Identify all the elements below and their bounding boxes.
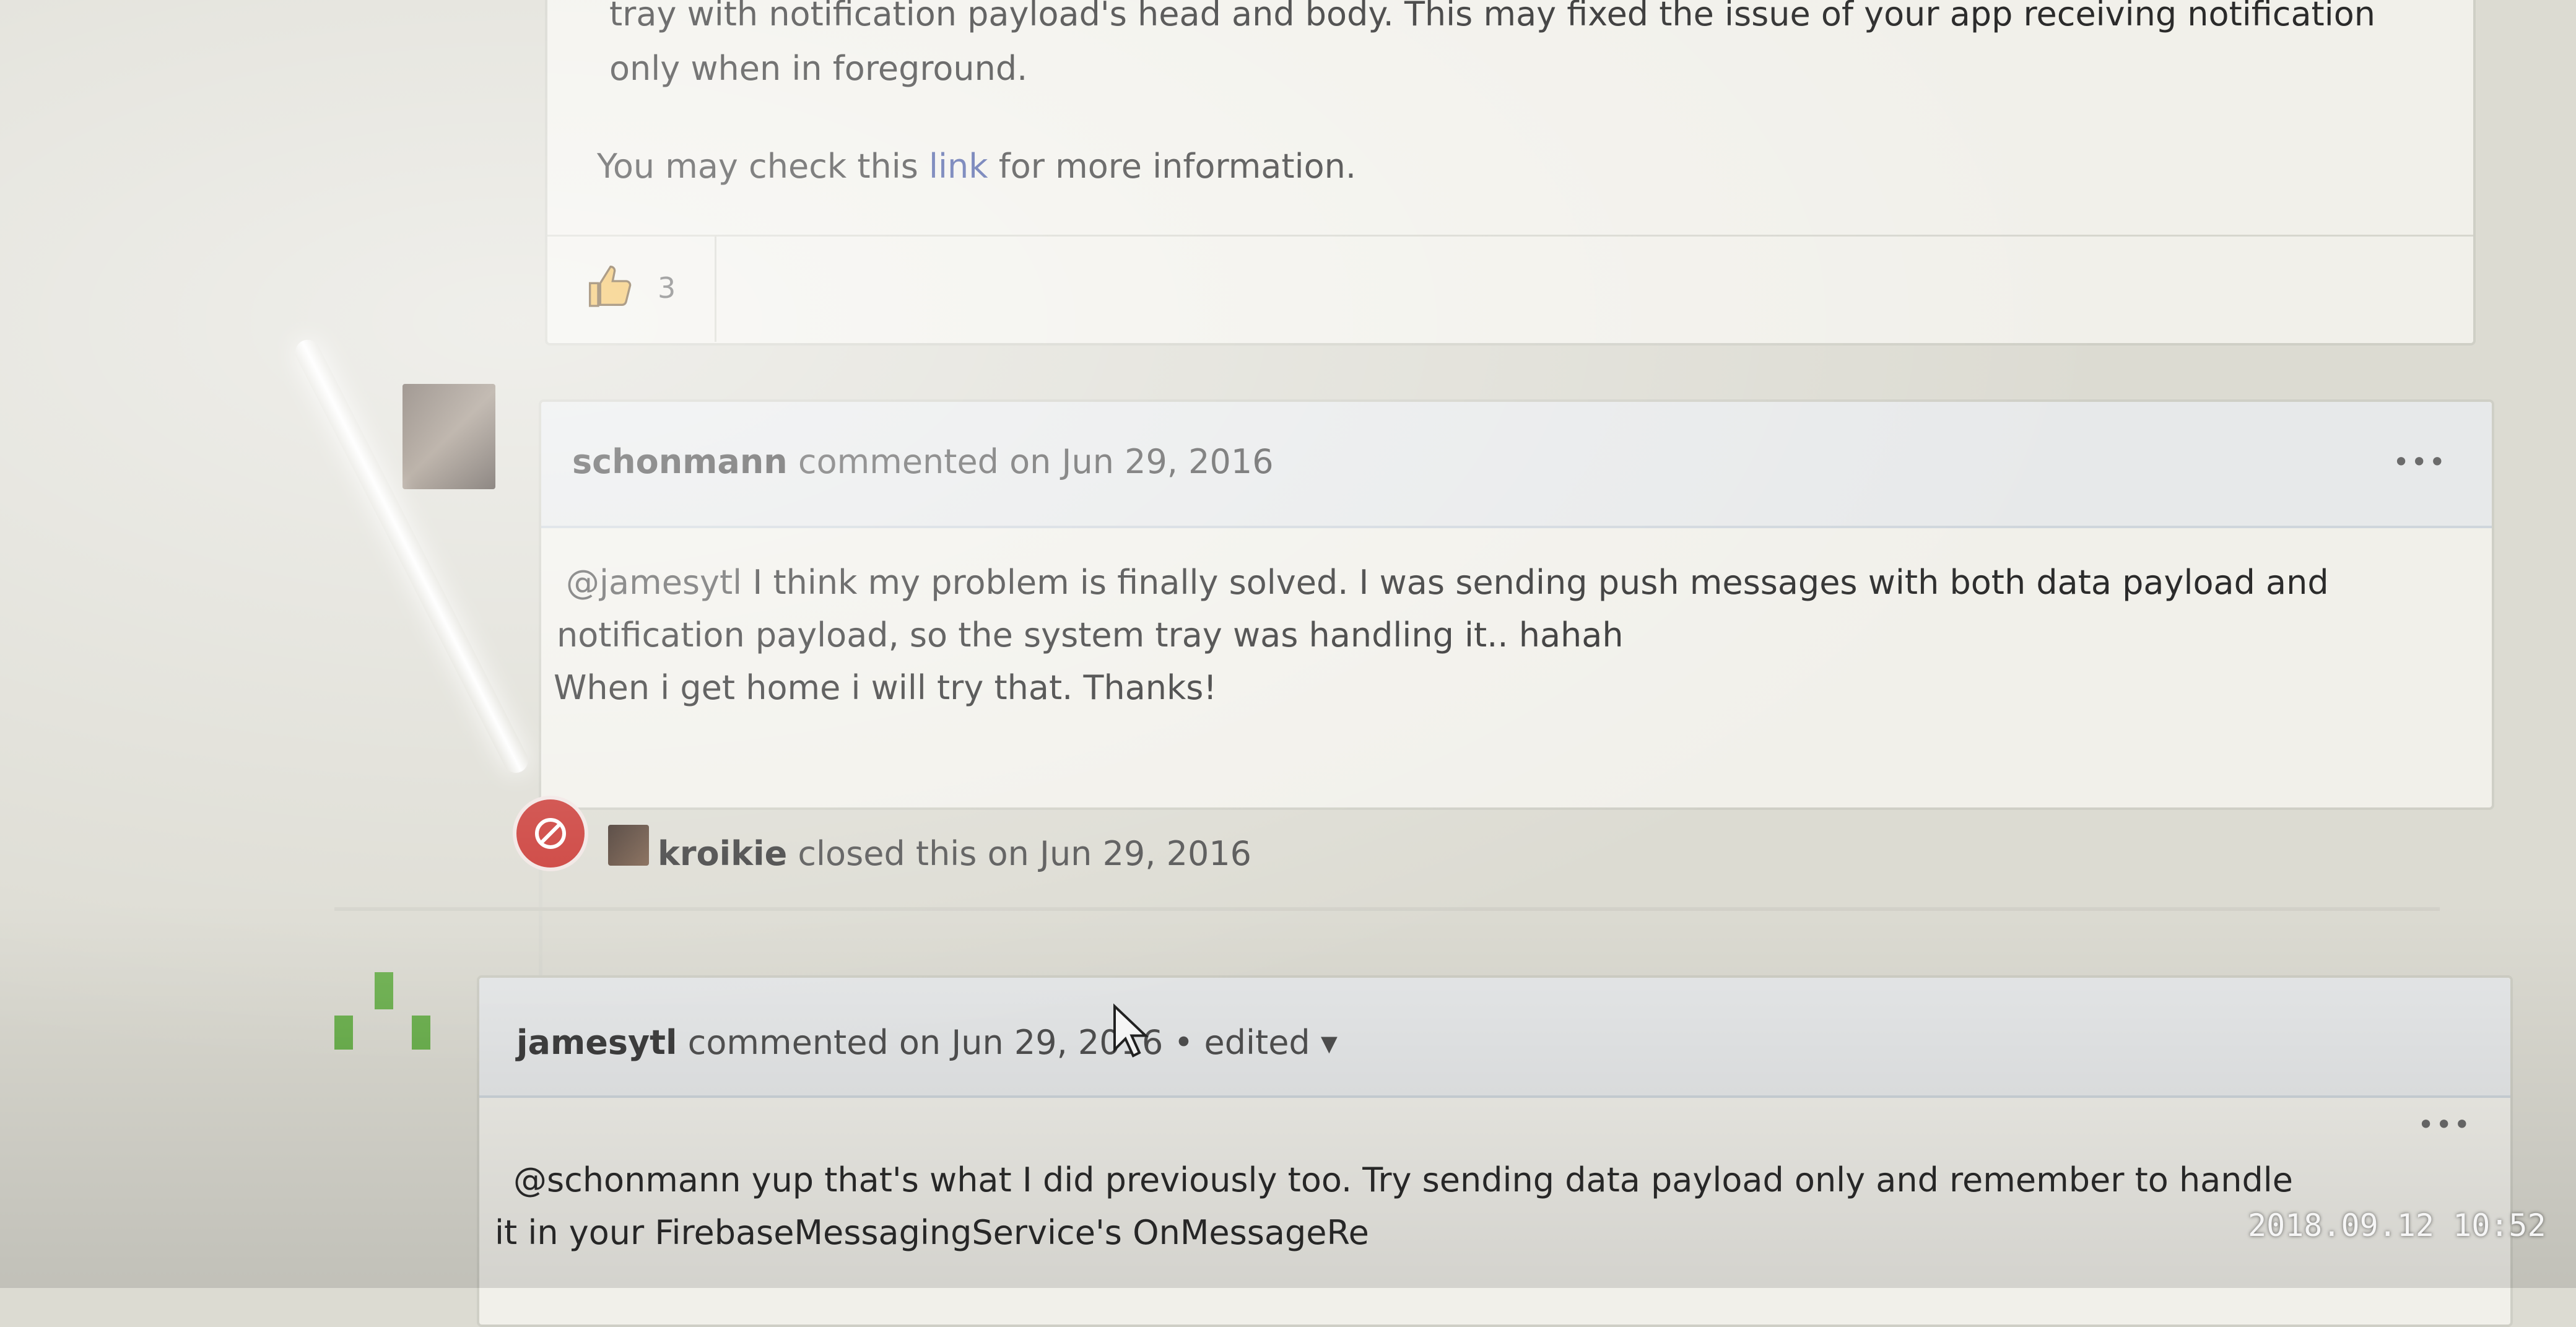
- edited-dropdown[interactable]: • edited ▾: [1163, 1023, 1338, 1062]
- comment-top-line3: You may check this link for more informa…: [597, 150, 1356, 183]
- comment-top-line2: only when in foreground.: [609, 49, 1028, 88]
- comment-schonmann: schonmann commented on Jun 29, 2016 ••• …: [539, 399, 2494, 810]
- comment-schonmann-action[interactable]: commented on Jun 29, 2016: [788, 442, 1274, 481]
- more-options-icon[interactable]: •••: [2393, 445, 2447, 479]
- avatar-kroikie[interactable]: [608, 825, 649, 866]
- timeline-separator: [334, 907, 2440, 911]
- comment-jamesytl-meta: jamesytl commented on Jun 29, 2016 • edi…: [516, 1026, 1338, 1059]
- comment-jamesytl-line2: it in your FirebaseMessagingService's On…: [495, 1213, 1369, 1252]
- thumbs-up-icon: [586, 263, 635, 315]
- comment-schonmann-meta: schonmann commented on Jun 29, 2016: [572, 445, 1274, 479]
- author-jamesytl[interactable]: jamesytl: [516, 1023, 677, 1062]
- photo-timestamp: 2018.09.12 10:52: [2248, 1207, 2546, 1243]
- mouse-cursor-icon: [1112, 1003, 1149, 1061]
- avatar-jamesytl[interactable]: [331, 972, 437, 1059]
- avatar-schonmann[interactable]: [402, 384, 495, 489]
- comment-schonmann-line1-rest: I think my problem is finally solved. I …: [742, 563, 2329, 602]
- more-options-icon[interactable]: •••: [2417, 1108, 2471, 1141]
- comment-schonmann-header: schonmann commented on Jun 29, 2016 •••: [541, 402, 2492, 528]
- comment-jamesytl: jamesytl commented on Jun 29, 2016 • edi…: [477, 975, 2513, 1327]
- comment-jamesytl-action[interactable]: commented on Jun 29, 2016: [677, 1023, 1164, 1062]
- thumbs-up-reaction[interactable]: 3: [547, 237, 716, 342]
- closed-icon: [513, 796, 588, 871]
- comment-schonmann-line2: notification payload, so the system tray…: [557, 616, 1624, 655]
- comment-schonmann-line3: When i get home i will try that. Thanks!: [554, 668, 1217, 707]
- comment-jamesytl-header: jamesytl commented on Jun 29, 2016 • edi…: [479, 978, 2510, 1098]
- identicon-block-2: [334, 1016, 353, 1050]
- reaction-count: 3: [658, 271, 676, 305]
- comment-schonmann-line1: @jamesytl I think my problem is finally …: [566, 566, 2329, 599]
- info-link[interactable]: link: [929, 147, 988, 186]
- actor-kroikie[interactable]: kroikie: [658, 834, 787, 873]
- author-schonmann[interactable]: schonmann: [572, 442, 788, 481]
- comment-top-line3-post: for more information.: [988, 147, 1356, 186]
- comment-top: tray with notification payload's head an…: [545, 0, 2476, 346]
- event-closed: kroikie closed this on Jun 29, 2016: [658, 837, 1251, 871]
- mention-jamesytl[interactable]: @jamesytl: [566, 563, 742, 602]
- comment-jamesytl-line1: @schonmann yup that's what I did previou…: [513, 1160, 2293, 1199]
- identicon-block-3: [412, 1016, 430, 1050]
- identicon-block-1: [375, 972, 393, 1009]
- reaction-divider: [547, 235, 2473, 237]
- comment-top-line3-pre: You may check this: [597, 147, 929, 186]
- event-closed-action[interactable]: closed this on Jun 29, 2016: [787, 834, 1251, 873]
- comment-top-line1: tray with notification payload's head an…: [609, 0, 2375, 33]
